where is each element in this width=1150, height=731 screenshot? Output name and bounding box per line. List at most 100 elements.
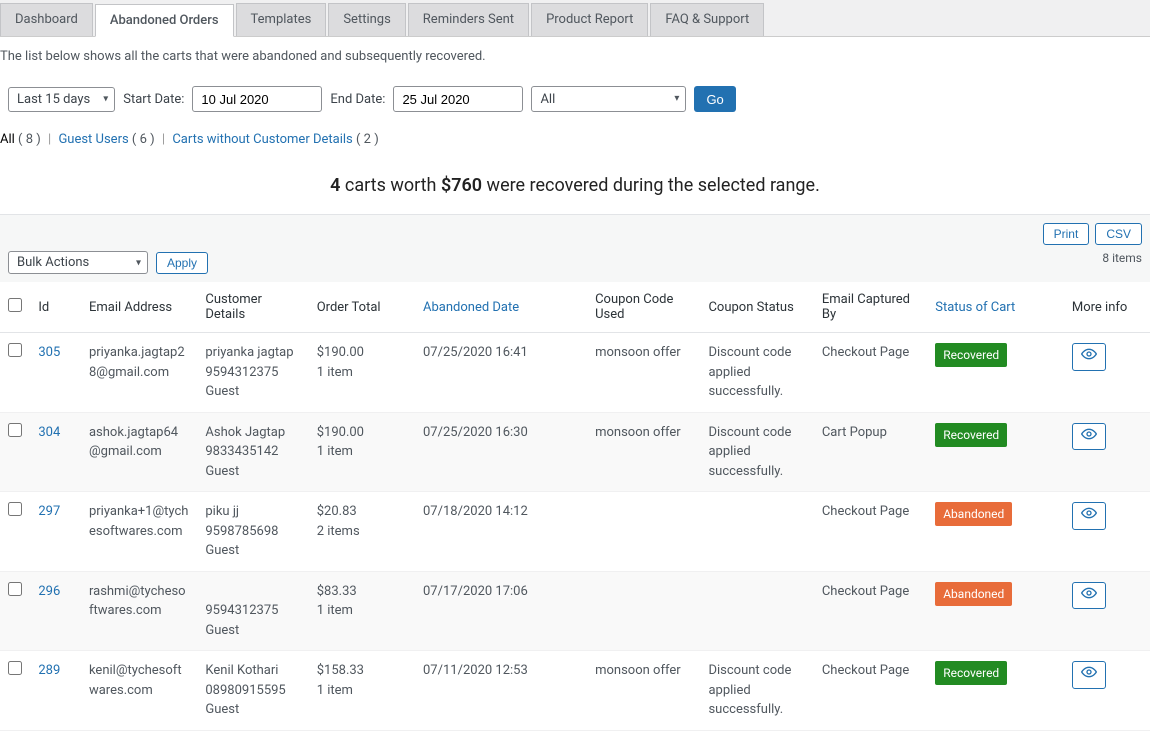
csv-button[interactable]: CSV [1095,223,1142,245]
row-email-captured-by: Checkout Page [814,571,927,651]
view-details-button[interactable] [1072,423,1106,451]
row-email-captured-by: Checkout Page [814,333,927,413]
row-order-total: $20.832 items [309,492,415,572]
col-coupon-code[interactable]: Coupon Code Used [587,282,700,333]
row-id-link[interactable]: 305 [38,345,60,360]
subfilter-guest[interactable]: Guest Users ( 6 ) [58,132,157,147]
end-date-input[interactable] [393,86,523,112]
row-order-total: $83.331 item [309,571,415,651]
subfilter-no-details[interactable]: Carts without Customer Details ( 2 ) [172,132,378,147]
row-abandoned-date: 07/25/2020 16:30 [415,412,587,492]
recovery-summary: 4 carts worth $760 were recovered during… [0,157,1150,214]
status-badge: Recovered [935,343,1007,367]
view-details-button[interactable] [1072,582,1106,610]
col-more-info: More info [1064,282,1150,333]
eye-icon [1081,427,1097,447]
tab-faq-support[interactable]: FAQ & Support [650,3,764,36]
row-abandoned-date: 07/25/2020 16:41 [415,333,587,413]
row-email-captured-by: Checkout Page [814,651,927,731]
row-coupon-code [587,571,700,651]
view-details-button[interactable] [1072,661,1106,689]
tab-bar: DashboardAbandoned OrdersTemplatesSettin… [0,0,1150,37]
bulk-actions-select[interactable]: Bulk Actions [8,251,148,274]
start-date-label: Start Date: [123,92,184,107]
go-button[interactable]: Go [694,86,735,112]
row-customer-details: Kenil Kothari08980915595Guest [197,651,308,731]
row-id-link[interactable]: 304 [38,425,60,440]
row-coupon-code: monsoon offer [587,333,700,413]
row-checkbox[interactable] [8,502,22,516]
row-order-total: $190.001 item [309,333,415,413]
end-date-label: End Date: [330,92,385,107]
row-email-captured-by: Cart Popup [814,412,927,492]
col-email-captured-by[interactable]: Email Captured By [814,282,927,333]
select-all-checkbox[interactable] [8,298,22,312]
eye-icon [1081,347,1097,367]
row-order-total: $158.331 item [309,651,415,731]
col-coupon-status[interactable]: Coupon Status [700,282,813,333]
row-email: kenil@tychesoftwares.com [81,651,197,731]
row-customer-details: Ashok Jagtap9833435142Guest [197,412,308,492]
row-abandoned-date: 07/17/2020 17:06 [415,571,587,651]
col-id[interactable]: Id [30,282,81,333]
row-coupon-status: Discount code applied successfully. [700,412,813,492]
row-abandoned-date: 07/11/2020 12:53 [415,651,587,731]
row-coupon-status: Discount code applied successfully. [700,651,813,731]
row-checkbox[interactable] [8,343,22,357]
abandoned-orders-table: Id Email Address Customer Details Order … [0,282,1150,731]
subfilter-all[interactable]: All ( 8 ) [0,132,44,147]
status-badge: Recovered [935,661,1007,685]
row-email-captured-by: Checkout Page [814,492,927,572]
row-coupon-code: monsoon offer [587,412,700,492]
table-row: 289 kenil@tychesoftwares.comKenil Kothari… [0,651,1150,731]
row-coupon-code [587,492,700,572]
tab-product-report[interactable]: Product Report [531,3,648,36]
status-badge: Abandoned [935,502,1012,526]
status-badge: Abandoned [935,582,1012,606]
row-checkbox[interactable] [8,661,22,675]
row-email: ashok.jagtap64@gmail.com [81,412,197,492]
row-coupon-status [700,492,813,572]
row-coupon-code: monsoon offer [587,651,700,731]
tab-dashboard[interactable]: Dashboard [0,3,93,36]
row-abandoned-date: 07/18/2020 14:12 [415,492,587,572]
item-count: 8 items [1102,251,1142,265]
eye-icon [1081,586,1097,606]
view-details-button[interactable] [1072,502,1106,530]
apply-button[interactable]: Apply [156,252,208,274]
print-button[interactable]: Print [1043,223,1090,245]
row-id-link[interactable]: 296 [38,584,60,599]
table-toolbar: Bulk Actions Apply Print CSV 8 items [0,215,1150,282]
status-filter-select[interactable]: All [531,86,686,112]
date-range-select[interactable]: Last 15 days [8,87,115,112]
start-date-input[interactable] [192,86,322,112]
table-body: 305priyanka.jagtap28@gmail.compriyanka j… [0,333,1150,731]
filter-bar: Last 15 days Start Date: End Date: All G… [0,76,1150,122]
subfilter-links: All ( 8 ) | Guest Users ( 6 ) | Carts wi… [0,122,1150,157]
eye-icon [1081,665,1097,685]
row-checkbox[interactable] [8,582,22,596]
row-email: priyanka.jagtap28@gmail.com [81,333,197,413]
row-email: priyanka+1@tychesoftwares.com [81,492,197,572]
row-id-link[interactable]: 297 [38,504,60,519]
eye-icon [1081,506,1097,526]
col-abandoned-date[interactable]: Abandoned Date [415,282,587,333]
col-order-total[interactable]: Order Total [309,282,415,333]
table-row: 305priyanka.jagtap28@gmail.compriyanka j… [0,333,1150,413]
row-email: rashmi@tychesoftwares.com [81,571,197,651]
row-id-link[interactable]: 289 [38,663,60,678]
table-row: 297 priyanka+1@tychesoftwares.compiku jj9… [0,492,1150,572]
tab-reminders-sent[interactable]: Reminders Sent [408,3,529,36]
col-status-of-cart[interactable]: Status of Cart [927,282,1064,333]
tab-abandoned-orders[interactable]: Abandoned Orders [95,4,234,37]
row-checkbox[interactable] [8,423,22,437]
tab-templates[interactable]: Templates [236,3,327,36]
col-customer-details[interactable]: Customer Details [197,282,308,333]
row-order-total: $190.001 item [309,412,415,492]
view-details-button[interactable] [1072,343,1106,371]
status-badge: Recovered [935,423,1007,447]
col-email[interactable]: Email Address [81,282,197,333]
row-customer-details: piku jj9598785698Guest [197,492,308,572]
tab-settings[interactable]: Settings [328,3,405,36]
row-coupon-status: Discount code applied successfully. [700,333,813,413]
